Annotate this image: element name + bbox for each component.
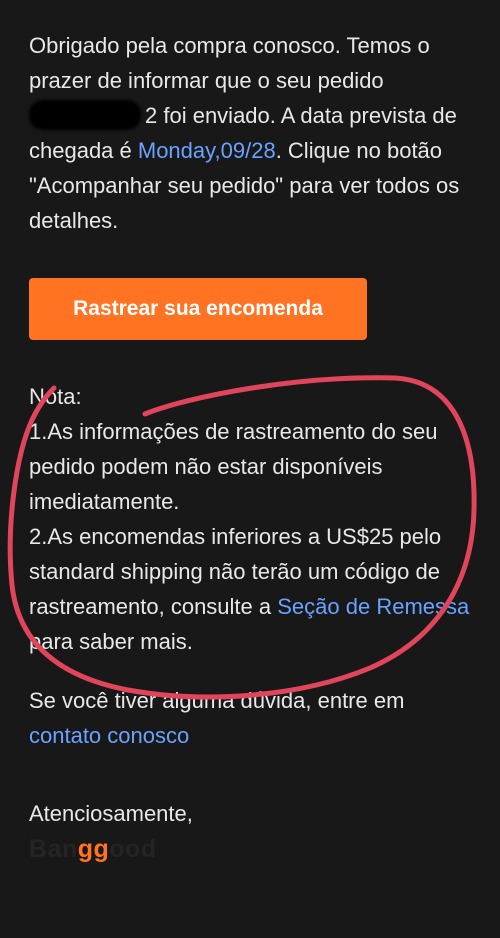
note-item-2-end: para saber mais. xyxy=(29,629,193,654)
question-text: Se você tiver alguma dúvida, entre em xyxy=(29,688,405,713)
intro-paragraph: Obrigado pela compra conosco. Temos o pr… xyxy=(29,28,479,238)
contact-us-link[interactable]: contato conosco xyxy=(29,723,189,748)
signoff-text: Atenciosamente, xyxy=(29,801,193,826)
banggood-logo: Banggood xyxy=(29,835,157,863)
arrival-date-link[interactable]: Monday,09/28 xyxy=(138,138,276,163)
track-order-button[interactable]: Rastrear sua encomenda xyxy=(29,278,367,340)
note-item-2: 2.As encomendas inferiores a US$25 pelo … xyxy=(29,519,479,659)
shipping-section-link[interactable]: Seção de Remessa xyxy=(277,594,469,619)
redacted-order-number xyxy=(29,100,141,130)
email-content: Obrigado pela compra conosco. Temos o pr… xyxy=(29,28,479,864)
intro-text-start: Obrigado pela compra conosco. Temos o pr… xyxy=(29,33,430,93)
note-item-1: 1.As informações de rastreamento do seu … xyxy=(29,419,438,514)
order-number-suffix: 2 xyxy=(145,103,158,128)
note-title: Nota: xyxy=(29,384,82,409)
